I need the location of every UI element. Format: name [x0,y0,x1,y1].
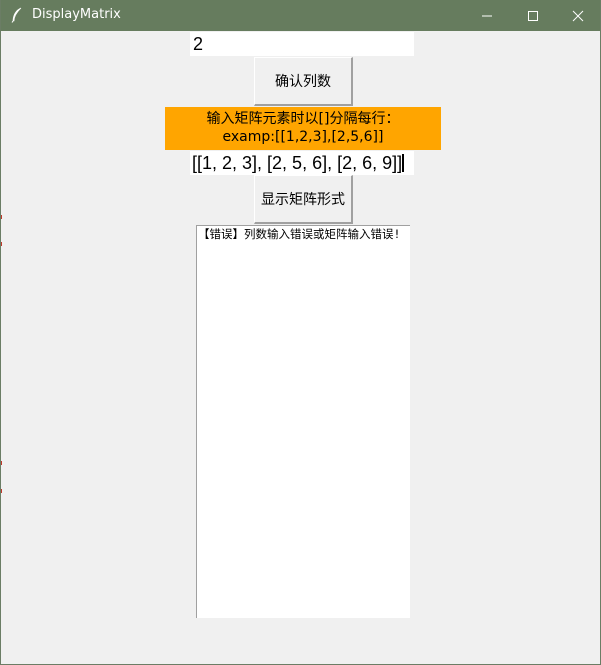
columns-input[interactable]: 2 [190,32,414,56]
edge-mark [1,242,2,246]
show-matrix-button[interactable]: 显示矩阵形式 [254,175,353,224]
minimize-icon [482,15,492,17]
maximize-button[interactable] [510,0,556,31]
matrix-hint-label: 输入矩阵元素时以[]分隔每行： examp:[[1,2,3],[2,5,6]] [165,107,441,150]
close-icon [572,10,584,22]
feather-icon [10,7,24,23]
confirm-columns-button[interactable]: 确认列数 [254,57,353,106]
close-button[interactable] [555,0,600,31]
edge-mark [1,461,2,465]
app-window: DisplayMatrix 2 确认列数 输入矩阵元素时以[]分隔每行： exa… [0,0,601,665]
matrix-input[interactable]: [[1, 2, 3], [2, 5, 6], [2, 6, 9]] [190,151,414,175]
maximize-icon [528,11,538,21]
text-caret [402,154,405,172]
window-title: DisplayMatrix [32,7,121,22]
hint-line-1: 输入矩阵元素时以[]分隔每行： [206,111,400,127]
hint-line-2: examp:[[1,2,3],[2,5,6]] [222,129,384,145]
minimize-button[interactable] [464,0,510,31]
matrix-input-text: [[1, 2, 3], [2, 5, 6], [2, 6, 9]] [192,153,403,173]
edge-mark [1,215,2,219]
edge-mark [1,489,2,493]
output-textbox[interactable]: 【错误】列数输入错误或矩阵输入错误! [196,225,410,618]
title-bar[interactable]: DisplayMatrix [1,0,600,31]
